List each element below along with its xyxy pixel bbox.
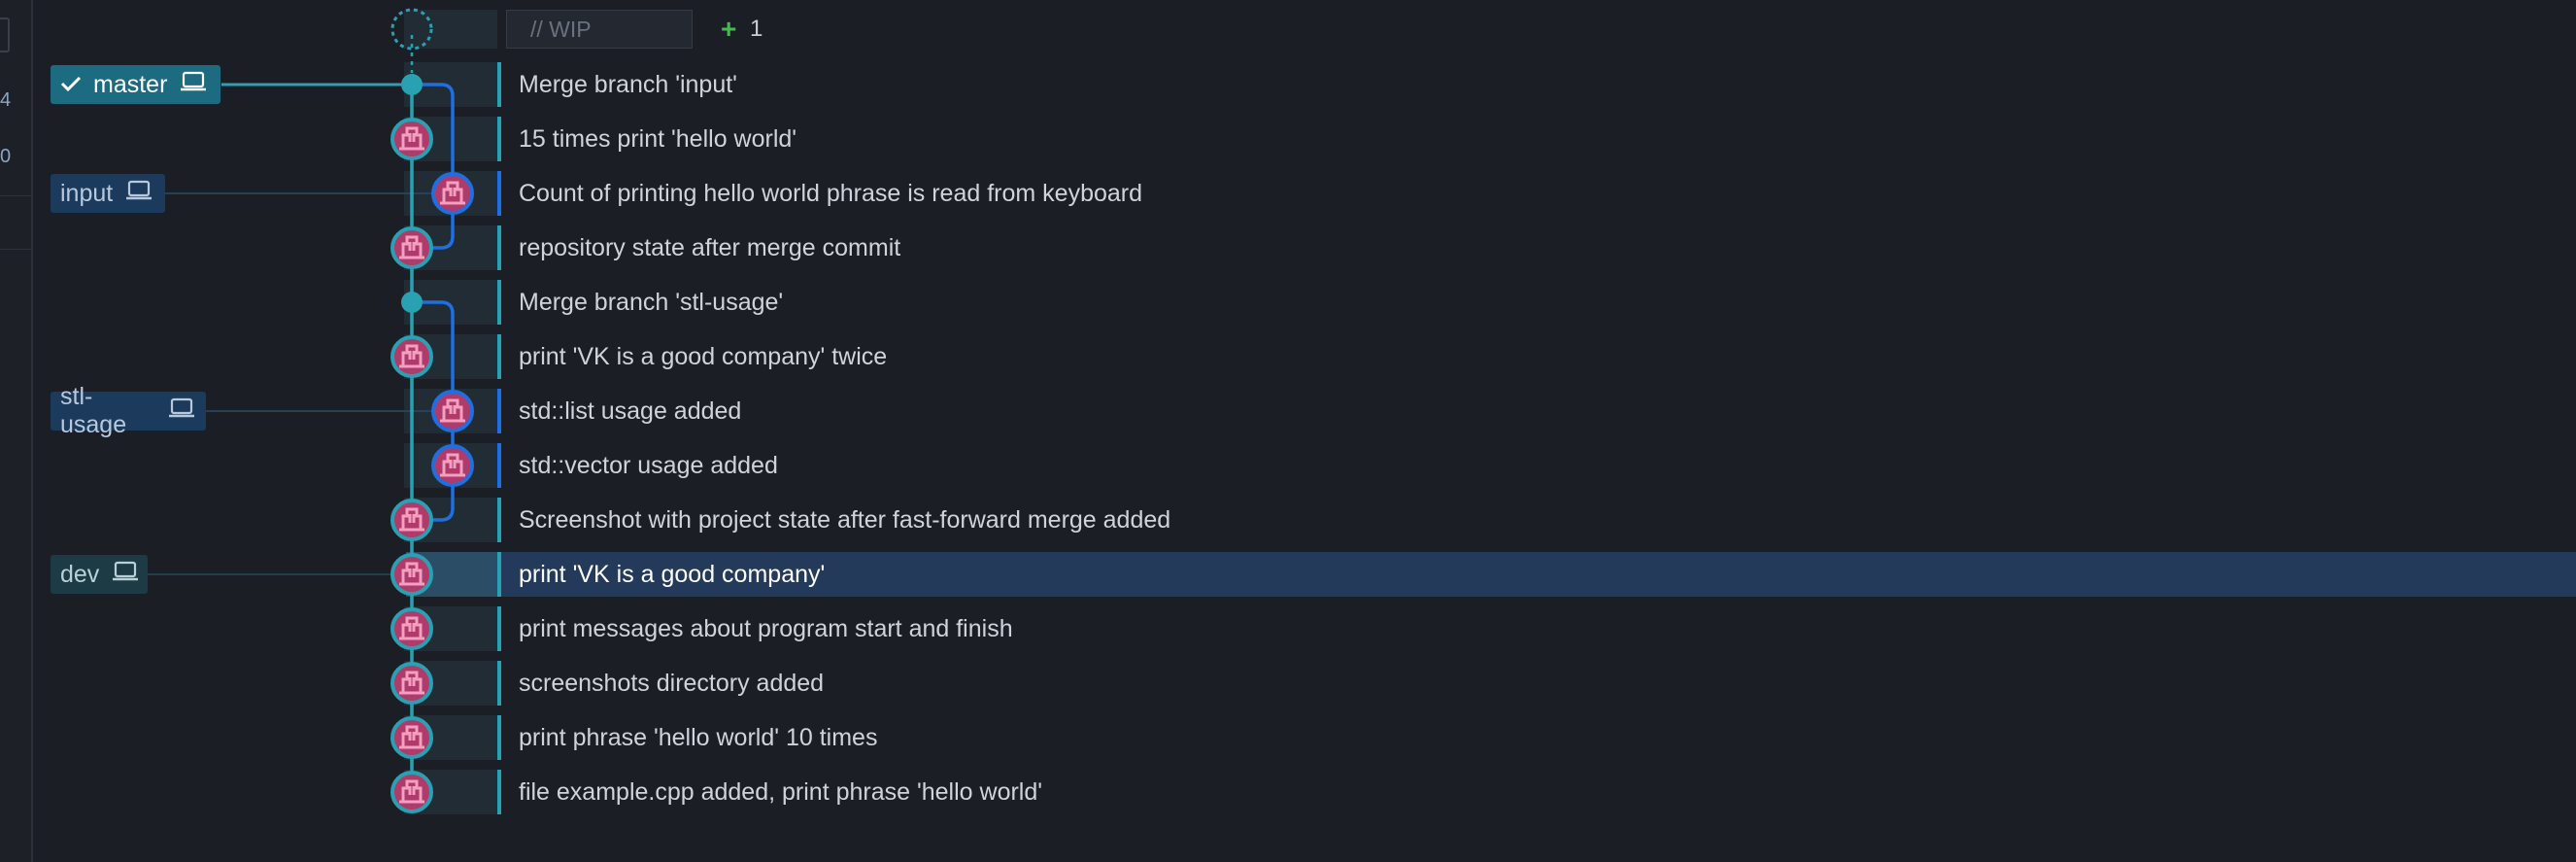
merge-commit-node[interactable]: [401, 74, 423, 95]
commit-node[interactable]: [390, 553, 433, 596]
merge-commit-node[interactable]: [401, 292, 423, 313]
commit-node[interactable]: [390, 335, 433, 378]
wip-node[interactable]: [390, 8, 433, 51]
commit-node[interactable]: [431, 444, 474, 487]
commit-graph: [148, 8, 474, 813]
commit-node[interactable]: [390, 499, 433, 541]
commit-node[interactable]: [431, 172, 474, 215]
commit-node[interactable]: [390, 662, 433, 705]
commit-node[interactable]: [390, 118, 433, 160]
commit-node[interactable]: [390, 226, 433, 269]
commit-node[interactable]: [390, 607, 433, 650]
commit-node[interactable]: [390, 716, 433, 759]
commit-node[interactable]: [390, 771, 433, 813]
commit-node[interactable]: [431, 390, 474, 432]
